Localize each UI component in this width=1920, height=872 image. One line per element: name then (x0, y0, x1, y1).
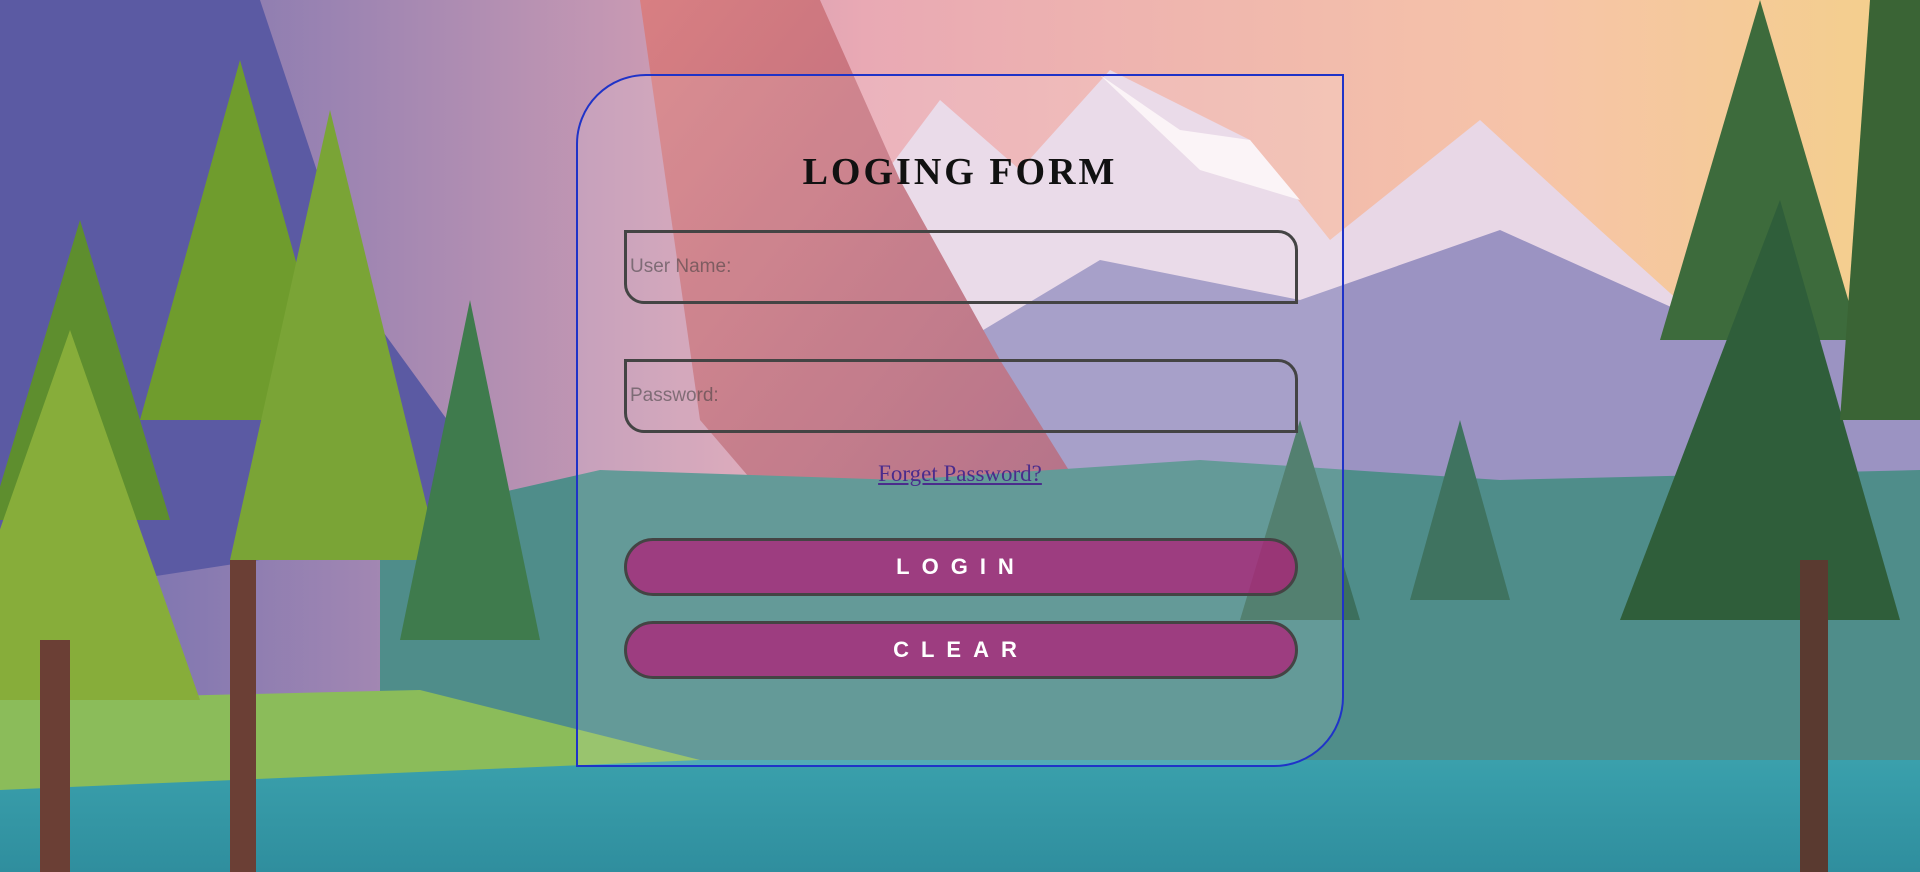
forget-password-link[interactable]: Forget Password? (0, 461, 1920, 487)
form-title: LOGING FORM (802, 151, 1118, 193)
password-input[interactable] (624, 359, 1298, 433)
login-button[interactable]: LOGIN (624, 538, 1298, 596)
clear-button[interactable]: CLEAR (624, 621, 1298, 679)
username-input[interactable] (624, 230, 1298, 304)
